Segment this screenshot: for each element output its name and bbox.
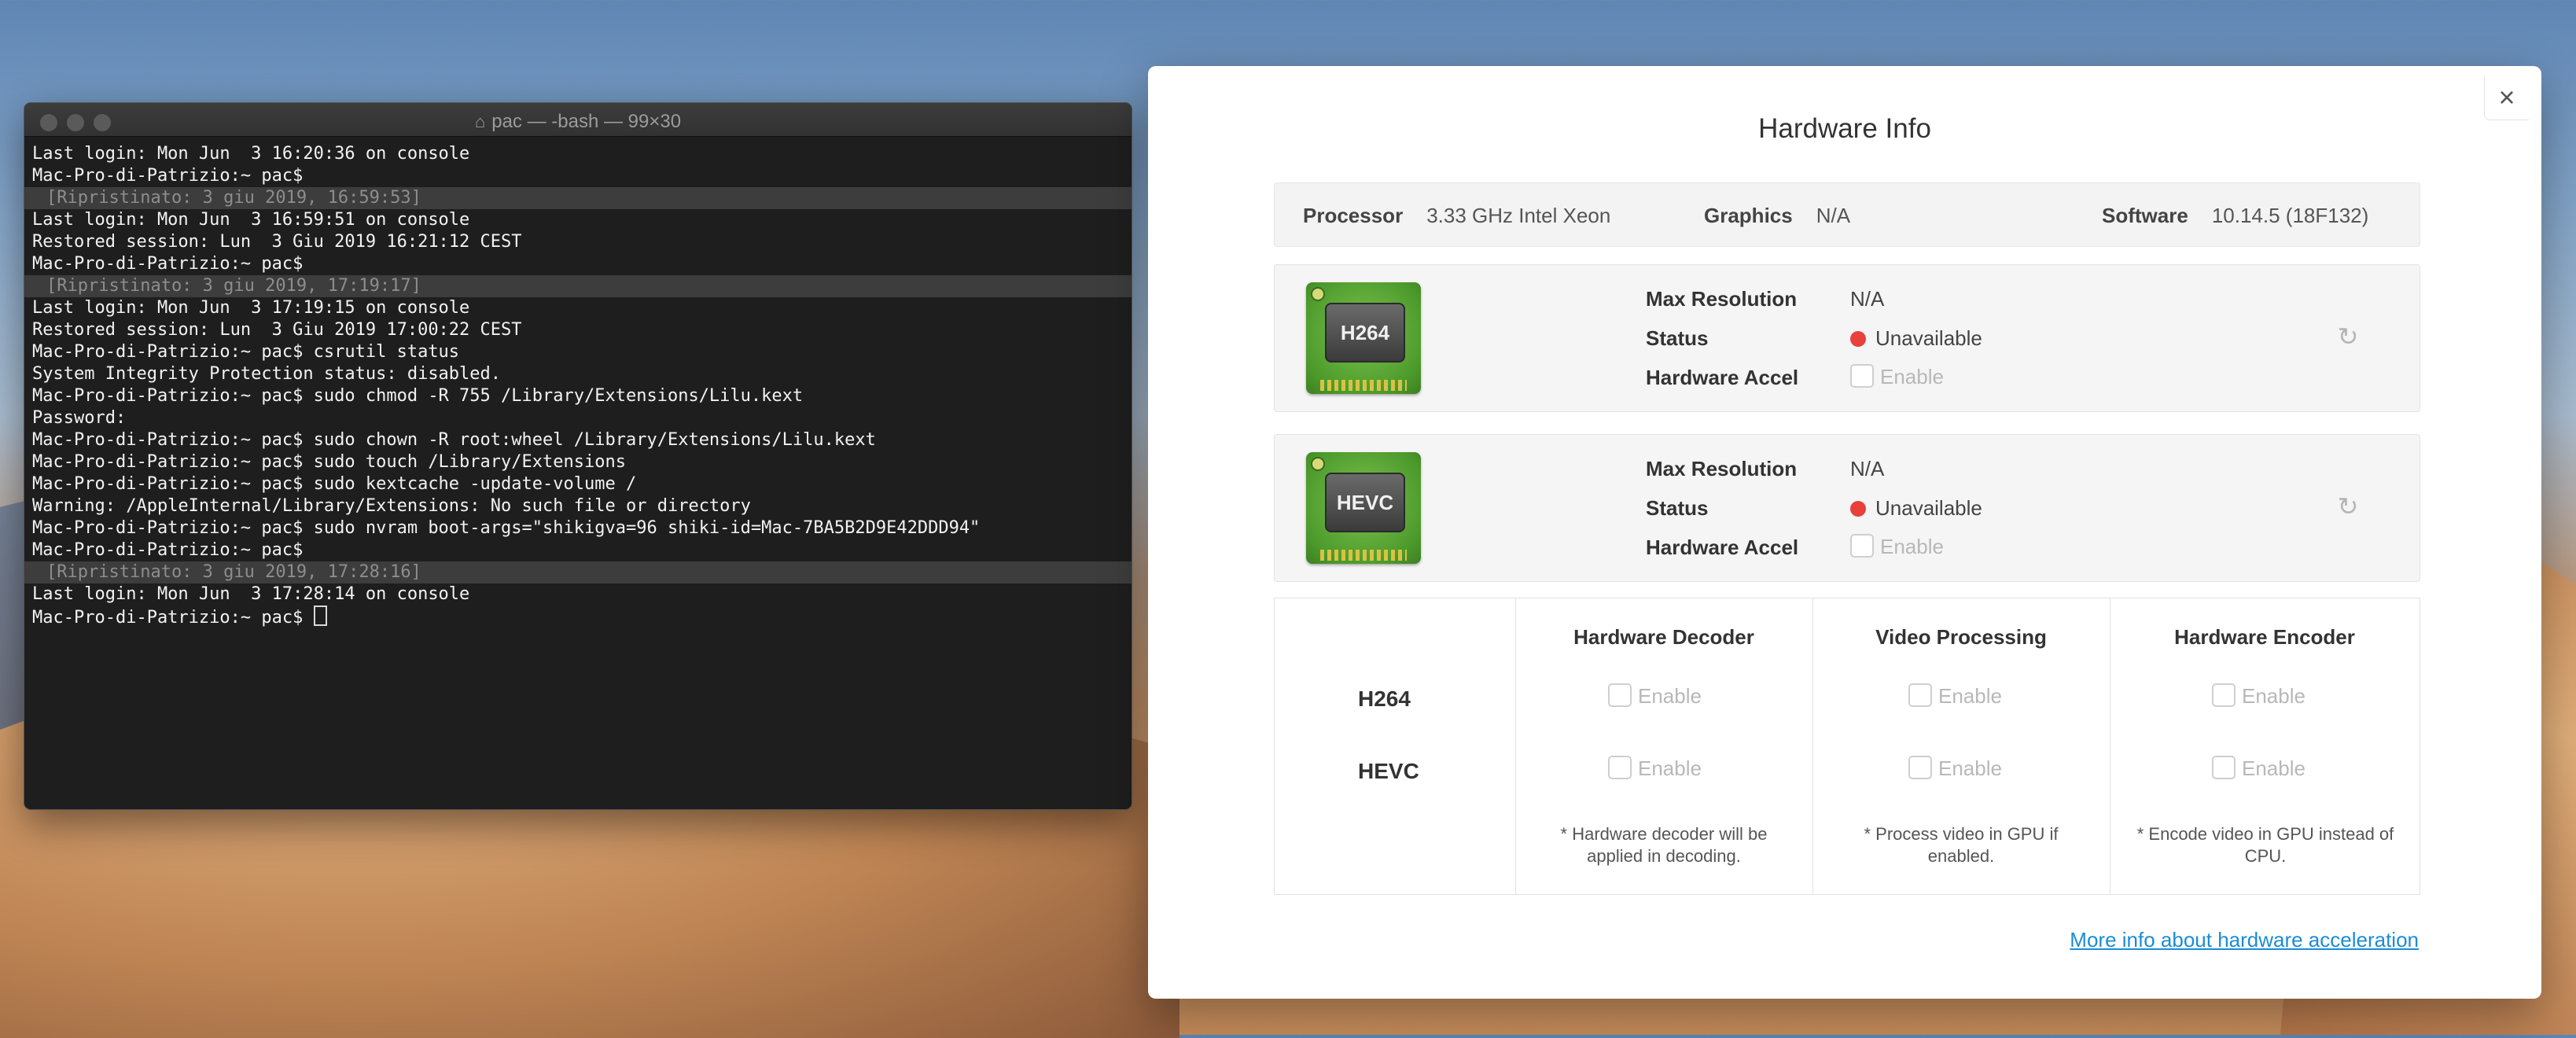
checkbox-icon[interactable]: [1908, 756, 1932, 779]
row-label-hevc: HEVC: [1358, 759, 1419, 783]
terminal-title-text: pac — -bash — 99×30: [491, 111, 682, 132]
terminal-line: System Integrity Protection status: disa…: [32, 364, 502, 384]
status-label: Status: [1646, 496, 1709, 520]
terminal-line: Mac-Pro-di-Patrizio:~ pac$: [32, 254, 304, 274]
max-resolution-label: Max Resolution: [1646, 457, 1798, 480]
header-video-processing: Video Processing: [1875, 625, 2047, 649]
refresh-icon[interactable]: ↻: [2335, 493, 2361, 520]
max-resolution-value: N/A: [1850, 457, 1885, 480]
hardware-info-dialog: × Hardware Info Processor 3.33 GHz Intel …: [1148, 66, 2541, 999]
header-hardware-decoder: Hardware Decoder: [1573, 625, 1754, 649]
chip-label: HEVC: [1325, 473, 1405, 532]
graphics-label: Graphics: [1704, 204, 1793, 227]
h264-processing-checkbox[interactable]: Enable: [1908, 683, 2002, 709]
checkbox-label: Enable: [1880, 365, 1944, 388]
terminal-line: Restored session: Lun 3 Giu 2019 16:21:1…: [32, 232, 522, 252]
codec-panel-hevc: HEVC Max Resolution N/A Status Unavailab…: [1274, 434, 2420, 582]
decoder-note: * Hardware decoder will be applied in de…: [1560, 824, 1768, 866]
status-value: Unavailable: [1850, 326, 1982, 351]
hardware-accel-label: Hardware Accel: [1646, 536, 1799, 559]
terminal-restore-marker: [Ripristinato: 3 giu 2019, 17:28:16]: [24, 561, 1132, 583]
row-label-h264: H264: [1358, 686, 1411, 711]
checkbox-icon[interactable]: [1608, 756, 1632, 779]
home-folder-icon: ⌂: [474, 112, 486, 131]
status-text: Unavailable: [1875, 496, 1982, 520]
checkbox-icon[interactable]: [2212, 756, 2236, 779]
terminal-title: ⌂ pac — -bash — 99×30: [24, 111, 1132, 133]
status-value: Unavailable: [1850, 496, 1982, 521]
h264-encoder-checkbox[interactable]: Enable: [2212, 683, 2306, 709]
terminal-title-bar[interactable]: ⌂ pac — -bash — 99×30: [24, 103, 1132, 137]
terminal-restore-marker: [Ripristinato: 3 giu 2019, 16:59:53]: [24, 187, 1132, 209]
checkbox-icon[interactable]: [1850, 534, 1874, 558]
max-resolution-value: N/A: [1850, 287, 1885, 311]
software-label: Software: [2102, 204, 2188, 227]
terminal-line: Mac-Pro-di-Patrizio:~ pac$: [32, 166, 304, 186]
terminal-line: Last login: Mon Jun 3 17:28:14 on consol…: [32, 584, 470, 604]
checkbox-icon[interactable]: [1850, 364, 1874, 388]
terminal-line: Password:: [32, 408, 127, 428]
chip-icon: H264: [1306, 282, 1421, 394]
checkbox-icon[interactable]: [1908, 683, 1932, 707]
software-info: Software 10.14.5 (18F132): [2102, 204, 2368, 228]
processing-note: * Process video in GPU if enabled.: [1864, 824, 2059, 866]
checkbox-icon[interactable]: [1608, 683, 1632, 707]
h264-decoder-checkbox[interactable]: Enable: [1608, 683, 1702, 709]
close-icon: ×: [2498, 81, 2515, 113]
refresh-icon[interactable]: ↻: [2335, 323, 2361, 350]
processor-info: Processor 3.33 GHz Intel Xeon: [1303, 204, 1610, 228]
terminal-line: Last login: Mon Jun 3 16:20:36 on consol…: [32, 144, 470, 164]
terminal-line: Mac-Pro-di-Patrizio:~ pac$ sudo chmod -R…: [32, 386, 804, 406]
status-label: Status: [1646, 326, 1709, 350]
max-resolution-label: Max Resolution: [1646, 287, 1798, 311]
terminal-line: Mac-Pro-di-Patrizio:~ pac$ csrutil statu…: [32, 342, 460, 362]
terminal-line: Mac-Pro-di-Patrizio:~ pac$ sudo chown -R…: [32, 430, 876, 450]
acceleration-matrix: Hardware Decoder Video Processing Hardwa…: [1274, 598, 2420, 895]
hevc-encoder-checkbox[interactable]: Enable: [2212, 756, 2306, 781]
codec-panel-h264: H264 Max Resolution N/A Status Unavailab…: [1274, 264, 2420, 412]
terminal-line: Last login: Mon Jun 3 16:59:51 on consol…: [32, 210, 470, 230]
chip-label: H264: [1325, 303, 1405, 363]
processor-label: Processor: [1303, 204, 1404, 227]
terminal-line: Mac-Pro-di-Patrizio:~ pac$: [32, 606, 1124, 628]
terminal-line: Restored session: Lun 3 Giu 2019 17:00:2…: [32, 320, 522, 340]
encoder-note: * Encode video in GPU instead of CPU.: [2136, 824, 2394, 866]
terminal-line: Last login: Mon Jun 3 17:19:15 on consol…: [32, 298, 470, 318]
terminal-restore-marker: [Ripristinato: 3 giu 2019, 17:19:17]: [24, 275, 1132, 297]
chip-icon: HEVC: [1306, 452, 1421, 564]
more-info-link[interactable]: More info about hardware acceleration: [2070, 928, 2419, 952]
hardware-accel-checkbox[interactable]: Enable: [1850, 364, 1944, 389]
system-info-bar: Processor 3.33 GHz Intel Xeon Graphics N/A…: [1274, 182, 2420, 247]
hevc-processing-checkbox[interactable]: Enable: [1908, 756, 2002, 781]
graphics-value: N/A: [1816, 204, 1851, 227]
graphics-info: Graphics N/A: [1704, 204, 1850, 228]
terminal-line: Warning: /AppleInternal/Library/Extensio…: [32, 496, 751, 516]
terminal-cursor: [313, 606, 327, 626]
hevc-decoder-checkbox[interactable]: Enable: [1608, 756, 1702, 781]
terminal-window[interactable]: ⌂ pac — -bash — 99×30 Last login: Mon Jun…: [24, 102, 1132, 810]
status-text: Unavailable: [1875, 326, 1982, 350]
status-dot-icon: [1850, 501, 1866, 517]
terminal-output[interactable]: Last login: Mon Jun 3 16:20:36 on consol…: [24, 137, 1132, 634]
header-hardware-encoder: Hardware Encoder: [2174, 625, 2355, 649]
hardware-accel-checkbox[interactable]: Enable: [1850, 534, 1944, 559]
terminal-line: Mac-Pro-di-Patrizio:~ pac$: [32, 540, 304, 560]
status-dot-icon: [1850, 331, 1866, 347]
checkbox-label: Enable: [1880, 535, 1944, 558]
software-value: 10.14.5 (18F132): [2211, 204, 2369, 227]
terminal-line: Mac-Pro-di-Patrizio:~ pac$ sudo kextcach…: [32, 474, 637, 494]
terminal-line: Mac-Pro-di-Patrizio:~ pac$ sudo nvram bo…: [32, 518, 981, 538]
terminal-line: Mac-Pro-di-Patrizio:~ pac$ sudo touch /L…: [32, 452, 626, 472]
checkbox-icon[interactable]: [2212, 683, 2236, 707]
dialog-title: Hardware Info: [1758, 113, 1931, 144]
processor-value: 3.33 GHz Intel Xeon: [1426, 204, 1611, 227]
hardware-accel-label: Hardware Accel: [1646, 366, 1799, 389]
